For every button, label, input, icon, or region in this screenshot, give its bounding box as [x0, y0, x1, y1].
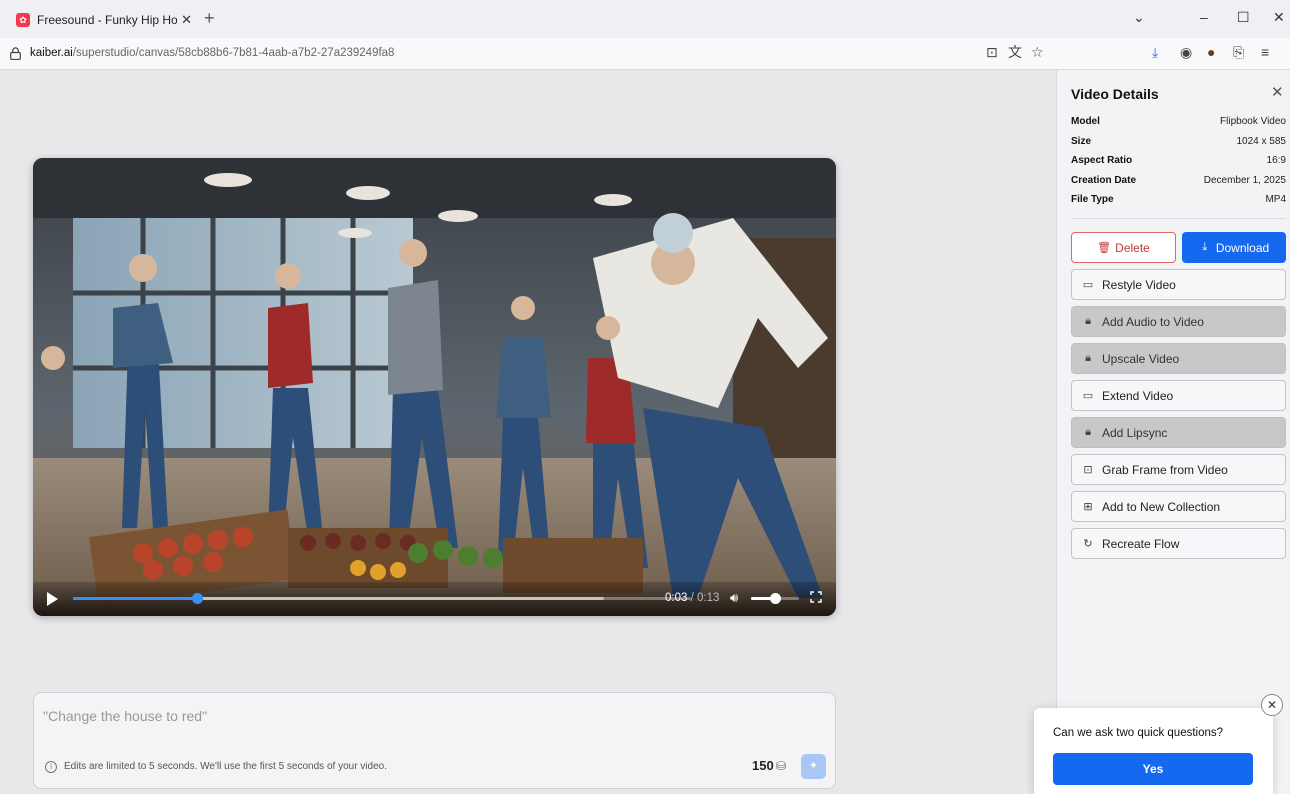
- action-label: Upscale Video: [1102, 351, 1180, 366]
- canvas-area: 0:03 / 0:13 🔊︎ i Edits are limited to 5 …: [0, 70, 1056, 794]
- lock-icon: [10, 47, 21, 60]
- video-player[interactable]: 0:03 / 0:13 🔊︎: [33, 158, 836, 616]
- download-icon: ⤓: [1202, 241, 1208, 253]
- detail-key: Size: [1071, 136, 1092, 147]
- freesound-favicon-icon: ✿: [16, 13, 30, 27]
- credit-count: 150: [752, 758, 774, 773]
- submit-button[interactable]: ✦: [801, 754, 826, 779]
- survey-question: Can we ask two quick questions?: [1053, 727, 1224, 739]
- detail-row-aspect-ratio: Aspect Ratio 16:9: [1071, 155, 1286, 171]
- grab-frame-button[interactable]: ⊡ Grab Frame from Video: [1071, 454, 1286, 485]
- address-bar: kaiber.ai/superstudio/canvas/58cb88b6-7b…: [0, 38, 1290, 70]
- delete-button[interactable]: 🗑︎ Delete: [1071, 232, 1176, 263]
- add-audio-button[interactable]: 🔒︎ Add Audio to Video: [1071, 306, 1286, 337]
- time-display: 0:03 / 0:13: [665, 592, 719, 604]
- current-time: 0:03: [665, 592, 688, 604]
- download-button[interactable]: ⤓ Download: [1182, 232, 1286, 263]
- browser-tab-bar: ✿ Freesound - Funky Hip Hop Loc ✕ + ⌄ – …: [0, 0, 1290, 38]
- detail-key: File Type: [1071, 194, 1114, 205]
- download-label: Download: [1215, 240, 1270, 255]
- url-field[interactable]: kaiber.ai/superstudio/canvas/58cb88b6-7b…: [30, 47, 394, 59]
- window-close-icon[interactable]: ✕: [1273, 10, 1285, 24]
- detail-value: 1024 x 585: [1236, 136, 1287, 147]
- duration: / 0:13: [690, 592, 720, 604]
- survey-popup: Can we ask two quick questions? Yes: [1034, 708, 1273, 794]
- detail-value: December 1, 2025: [1203, 175, 1286, 186]
- tab-close-icon[interactable]: ✕: [181, 12, 192, 28]
- delete-label: Delete: [1115, 240, 1150, 255]
- lock-icon: 🔒︎: [1085, 426, 1091, 438]
- edit-prompt-box: i Edits are limited to 5 seconds. We'll …: [33, 692, 836, 789]
- tab-list-chevron-down-icon[interactable]: ⌄: [1133, 10, 1145, 24]
- account-icon[interactable]: ◉: [1180, 45, 1192, 59]
- recreate-flow-button[interactable]: ↻ Recreate Flow: [1071, 528, 1286, 559]
- action-label: Add Lipsync: [1102, 425, 1168, 440]
- volume-thumb[interactable]: [770, 593, 781, 604]
- trash-icon: 🗑︎: [1097, 242, 1112, 254]
- translate-icon[interactable]: 文: [1008, 45, 1022, 59]
- add-lipsync-button[interactable]: 🔒︎ Add Lipsync: [1071, 417, 1286, 448]
- action-label: Add to New Collection: [1102, 499, 1221, 514]
- action-label: Add Audio to Video: [1102, 314, 1204, 329]
- play-icon[interactable]: [47, 592, 58, 606]
- url-domain: kaiber.ai: [30, 47, 73, 59]
- upscale-video-button[interactable]: 🔒︎ Upscale Video: [1071, 343, 1286, 374]
- panel-title: Video Details: [1071, 86, 1159, 102]
- restyle-video-button[interactable]: ▭ Restyle Video: [1071, 269, 1286, 300]
- extend-video-button[interactable]: ▭ Extend Video: [1071, 380, 1286, 411]
- browser-tab[interactable]: ✿ Freesound - Funky Hip Hop Loc ✕: [8, 6, 200, 34]
- action-label: Extend Video: [1102, 388, 1174, 403]
- progress-bar[interactable]: [73, 593, 691, 604]
- progress-fill: [73, 597, 197, 600]
- detail-row-file-type: File Type MP4: [1071, 194, 1286, 210]
- progress-thumb[interactable]: [191, 593, 203, 604]
- prompt-note: Edits are limited to 5 seconds. We'll us…: [64, 761, 387, 772]
- video-icon: ▭: [1082, 279, 1094, 291]
- panel-close-icon[interactable]: ✕: [1271, 85, 1284, 100]
- divider: [1071, 218, 1286, 219]
- action-label: Restyle Video: [1102, 277, 1176, 292]
- detail-row-creation-date: Creation Date December 1, 2025: [1071, 175, 1286, 191]
- volume-icon[interactable]: 🔊︎: [730, 591, 738, 604]
- fullscreen-icon[interactable]: [810, 591, 822, 603]
- detail-key: Creation Date: [1071, 175, 1137, 186]
- action-label: Grab Frame from Video: [1102, 462, 1228, 477]
- detail-value: 16:9: [1266, 155, 1286, 166]
- info-icon: i: [45, 761, 57, 773]
- tab-title: Freesound - Funky Hip Hop Loc: [37, 13, 178, 27]
- video-frame-image: [33, 158, 836, 616]
- detail-value: MP4: [1265, 194, 1286, 205]
- frame-icon: ⊡: [1083, 464, 1093, 476]
- share-icon[interactable]: ⎘: [1233, 45, 1244, 59]
- detail-row-model: Model Flipbook Video: [1071, 116, 1286, 132]
- survey-yes-button[interactable]: Yes: [1053, 753, 1253, 785]
- minimize-icon[interactable]: –: [1200, 10, 1208, 24]
- video-icon: ▭: [1082, 390, 1094, 402]
- action-label: Recreate Flow: [1102, 536, 1180, 551]
- video-details-panel: Video Details ✕ Model Flipbook Video Siz…: [1056, 70, 1290, 794]
- volume-slider[interactable]: [751, 593, 799, 604]
- downloads-icon[interactable]: ⤓: [1152, 45, 1158, 59]
- detail-key: Aspect Ratio: [1071, 155, 1133, 166]
- detail-value: Flipbook Video: [1220, 116, 1286, 127]
- refresh-icon: ↻: [1083, 538, 1093, 550]
- detail-row-size: Size 1024 x 585: [1071, 136, 1286, 152]
- sparkle-icon: ✦: [808, 760, 819, 772]
- extension-icon[interactable]: ●: [1207, 45, 1215, 59]
- credits-coin-icon: ⛁: [776, 759, 787, 773]
- menu-icon[interactable]: ≡: [1261, 45, 1269, 59]
- bookmark-star-icon[interactable]: ☆: [1031, 45, 1044, 59]
- add-to-collection-button[interactable]: ⊞ Add to New Collection: [1071, 491, 1286, 522]
- lock-icon: 🔒︎: [1085, 315, 1091, 327]
- survey-close-icon[interactable]: ✕: [1261, 694, 1283, 716]
- reader-view-icon[interactable]: ⊡: [986, 45, 998, 59]
- video-controls: 0:03 / 0:13 🔊︎: [33, 582, 836, 616]
- prompt-input[interactable]: [43, 703, 823, 729]
- maximize-icon[interactable]: ☐: [1237, 10, 1250, 24]
- collection-add-icon: ⊞: [1083, 501, 1093, 513]
- url-path: /superstudio/canvas/58cb88b6-7b81-4aab-a…: [72, 47, 395, 59]
- new-tab-icon[interactable]: +: [204, 9, 215, 27]
- detail-key: Model: [1071, 116, 1100, 127]
- lock-icon: 🔒︎: [1085, 352, 1091, 364]
